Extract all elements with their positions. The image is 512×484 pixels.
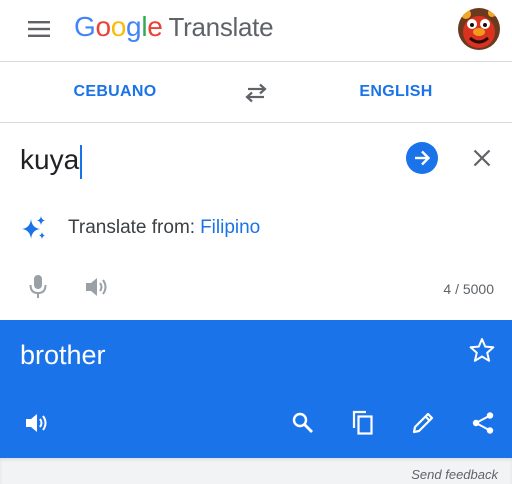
speaker-icon[interactable] bbox=[82, 272, 112, 302]
arrow-forward-icon bbox=[415, 150, 431, 166]
share-icon[interactable] bbox=[468, 408, 498, 438]
clear-button[interactable] bbox=[468, 144, 496, 172]
send-feedback-link[interactable]: Send feedback bbox=[411, 467, 498, 482]
source-text: kuya bbox=[20, 144, 80, 175]
sparkle-icon bbox=[20, 214, 48, 242]
google-translate-logo: Google Translate bbox=[74, 11, 274, 47]
copy-icon[interactable] bbox=[348, 408, 378, 438]
source-text-input[interactable]: kuya bbox=[20, 142, 83, 179]
detected-language-link[interactable]: Filipino bbox=[200, 217, 260, 239]
menu-icon[interactable] bbox=[26, 17, 52, 41]
logo-letter: o bbox=[110, 11, 127, 42]
avatar[interactable] bbox=[458, 8, 500, 50]
microphone-icon[interactable] bbox=[24, 272, 52, 302]
translated-text: brother bbox=[20, 340, 106, 370]
pencil-icon[interactable] bbox=[408, 408, 438, 438]
target-language-button[interactable]: ENGLISH bbox=[340, 63, 452, 121]
product-name: Translate bbox=[168, 12, 274, 42]
speaker-icon[interactable] bbox=[22, 408, 52, 438]
logo-letter: G bbox=[74, 11, 96, 42]
logo-letter: e bbox=[147, 11, 163, 42]
app-bar: Google Translate bbox=[0, 0, 512, 62]
detect-label: Translate from: bbox=[68, 217, 196, 238]
character-count: 4 / 5000 bbox=[443, 281, 494, 297]
logo-letter: g bbox=[126, 11, 142, 42]
swap-icon[interactable] bbox=[240, 79, 272, 107]
source-input-area: kuya Translate from: Filipino 4 / 5000 bbox=[0, 124, 512, 320]
translate-go-button[interactable] bbox=[406, 142, 438, 174]
logo-letter: o bbox=[95, 11, 111, 42]
search-icon[interactable] bbox=[288, 408, 318, 438]
language-bar: CEBUANO ENGLISH bbox=[0, 63, 512, 123]
close-icon bbox=[473, 149, 491, 167]
footer: Send feedback bbox=[0, 458, 512, 484]
detected-language-suggestion[interactable]: Translate from: Filipino bbox=[20, 212, 260, 244]
star-icon[interactable] bbox=[468, 336, 496, 364]
translation-output-card: brother bbox=[0, 320, 512, 458]
text-cursor bbox=[80, 144, 83, 179]
source-language-button[interactable]: CEBUANO bbox=[60, 63, 170, 121]
